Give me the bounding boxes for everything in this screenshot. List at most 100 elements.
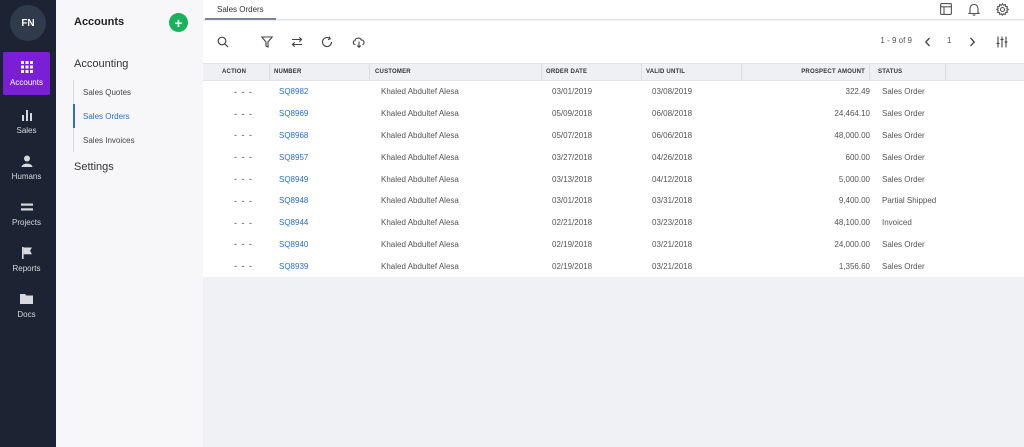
table-row[interactable]: - - - SQ8957 Khaled Abdultef Alesa 03/27/20… (203, 146, 1024, 168)
rail-item-label: Accounts (10, 77, 43, 87)
row-action-menu[interactable]: - - - (203, 212, 270, 234)
prospect-amount-cell: 322.49 (845, 87, 870, 97)
rail-item-docs[interactable]: Docs (3, 284, 50, 327)
sidebar-item-sales-quotes[interactable]: Sales Quotes (74, 80, 193, 104)
module-title: Accounts (74, 16, 125, 28)
row-action-menu[interactable]: - - - (203, 255, 270, 277)
app-rail: FN Accounts Sales Humans Projects Report… (0, 0, 56, 447)
sidebar-item-sales-invoices[interactable]: Sales Invoices (74, 128, 193, 152)
bar-chart-icon (21, 109, 33, 121)
order-number-link[interactable]: SQ8969 (270, 103, 370, 125)
valid-until-cell: 03/31/2018 (652, 196, 693, 206)
row-action-menu[interactable]: - - - (203, 81, 270, 103)
rail-item-reports[interactable]: Reports (3, 238, 50, 281)
valid-until-cell: 04/12/2018 (652, 174, 693, 184)
layout-icon[interactable] (938, 1, 954, 17)
row-action-menu[interactable]: - - - (203, 103, 270, 125)
bell-icon[interactable] (966, 1, 982, 17)
folder-icon (20, 293, 33, 305)
column-header-number[interactable]: NUMBER (270, 64, 370, 80)
row-action-menu[interactable]: - - - (203, 234, 270, 256)
chevron-right-icon[interactable] (964, 34, 980, 50)
grid-header: ACTION NUMBER CUSTOMER ORDER DATE VALID … (203, 63, 1024, 81)
order-date-cell: 03/01/2019 (552, 87, 593, 97)
order-date-cell: 02/21/2018 (552, 218, 593, 228)
gear-icon[interactable] (994, 1, 1010, 17)
customer-cell: Khaled Abdultef Alesa (381, 109, 459, 119)
customer-cell: Khaled Abdultef Alesa (381, 174, 459, 184)
table-row[interactable]: - - - SQ8982 Khaled Abdultef Alesa 03/01/20… (203, 81, 1024, 103)
nav-group-settings[interactable]: Settings (74, 161, 114, 173)
prospect-amount-cell: 5,000.00 (838, 174, 870, 184)
table-row[interactable]: - - - SQ8940 Khaled Abdultef Alesa 02/19/20… (203, 234, 1024, 256)
rail-item-projects[interactable]: Projects (3, 192, 50, 235)
table-row[interactable]: - - - SQ8939 Khaled Abdultef Alesa 02/19/20… (203, 255, 1024, 277)
column-header-valid-until[interactable]: VALID UNTIL (642, 64, 742, 80)
column-header-prospect-amount[interactable]: PROSPECT AMOUNT (742, 64, 870, 80)
order-number-link[interactable]: SQ8940 (270, 234, 370, 256)
order-date-cell: 02/19/2018 (552, 261, 593, 271)
filter-icon[interactable] (259, 34, 275, 50)
table-row[interactable]: - - - SQ8969 Khaled Abdultef Alesa 05/09/20… (203, 103, 1024, 125)
rail-item-label: Docs (17, 309, 36, 319)
sidebar-item-sales-orders[interactable]: Sales Orders (73, 104, 193, 128)
customer-cell: Khaled Abdultef Alesa (381, 261, 459, 271)
valid-until-cell: 03/21/2018 (652, 239, 693, 249)
refresh-icon[interactable] (319, 34, 335, 50)
valid-until-cell: 06/06/2018 (652, 130, 693, 140)
table-row[interactable]: - - - SQ8968 Khaled Abdultef Alesa 05/07/20… (203, 125, 1024, 147)
status-cell: Sales Order (882, 174, 925, 184)
pager-range: 1 - 9 of 9 (880, 36, 912, 45)
customer-cell: Khaled Abdultef Alesa (381, 239, 459, 249)
status-cell: Sales Order (882, 130, 925, 140)
cloud-download-icon[interactable] (351, 34, 367, 50)
column-header-customer[interactable]: CUSTOMER (370, 64, 542, 80)
table-row[interactable]: - - - SQ8949 Khaled Abdultef Alesa 03/13/20… (203, 168, 1024, 190)
column-header-order-date[interactable]: ORDER DATE (542, 64, 642, 80)
user-avatar[interactable]: FN (10, 5, 46, 41)
search-icon[interactable] (215, 34, 231, 50)
rail-item-accounts[interactable]: Accounts (3, 52, 50, 95)
prospect-amount-cell: 48,100.00 (834, 218, 870, 228)
add-button[interactable]: + (169, 13, 188, 32)
order-number-link[interactable]: SQ8939 (270, 255, 370, 277)
column-header-action[interactable]: ACTION (203, 64, 270, 80)
order-date-cell: 02/19/2018 (552, 239, 593, 249)
column-settings-icon[interactable] (994, 34, 1010, 50)
chevron-left-icon[interactable] (920, 34, 936, 50)
module-sidebar: Accounts + Accounting Sales Quotes Sales… (56, 0, 203, 447)
rail-item-label: Sales (16, 125, 37, 135)
order-number-link[interactable]: SQ8949 (270, 168, 370, 190)
main-content: Sales Orders 1 - 9 of 9 1 ACTION NUMBER … (203, 0, 1024, 447)
rail-item-humans[interactable]: Humans (3, 146, 50, 189)
tab-sales-orders[interactable]: Sales Orders (205, 0, 276, 20)
status-cell: Sales Order (882, 261, 925, 271)
customer-cell: Khaled Abdultef Alesa (381, 152, 459, 162)
status-cell: Sales Order (882, 109, 925, 119)
row-action-menu[interactable]: - - - (203, 125, 270, 147)
table-row[interactable]: - - - SQ8948 Khaled Abdultef Alesa 03/01/20… (203, 190, 1024, 212)
rail-item-sales[interactable]: Sales (3, 100, 50, 143)
order-number-link[interactable]: SQ8982 (270, 81, 370, 103)
order-date-cell: 05/09/2018 (552, 109, 593, 119)
customer-cell: Khaled Abdultef Alesa (381, 130, 459, 140)
sales-orders-grid: ACTION NUMBER CUSTOMER ORDER DATE VALID … (203, 63, 1024, 278)
valid-until-cell: 03/23/2018 (652, 218, 693, 228)
flag-icon (21, 246, 33, 259)
tab-bar: Sales Orders (203, 0, 1024, 20)
nav-group-accounting[interactable]: Accounting (74, 58, 128, 70)
grid-body: - - - SQ8982 Khaled Abdultef Alesa 03/01/20… (203, 81, 1024, 277)
order-number-link[interactable]: SQ8957 (270, 146, 370, 168)
customer-cell: Khaled Abdultef Alesa (381, 196, 459, 206)
swap-icon[interactable] (289, 34, 305, 50)
table-row[interactable]: - - - SQ8944 Khaled Abdultef Alesa 02/21/20… (203, 212, 1024, 234)
row-action-menu[interactable]: - - - (203, 190, 270, 212)
order-date-cell: 03/01/2018 (552, 196, 593, 206)
person-icon (21, 155, 33, 167)
order-number-link[interactable]: SQ8968 (270, 125, 370, 147)
row-action-menu[interactable]: - - - (203, 146, 270, 168)
column-header-status[interactable]: STATUS (870, 64, 946, 80)
order-number-link[interactable]: SQ8944 (270, 212, 370, 234)
row-action-menu[interactable]: - - - (203, 168, 270, 190)
order-number-link[interactable]: SQ8948 (270, 190, 370, 212)
